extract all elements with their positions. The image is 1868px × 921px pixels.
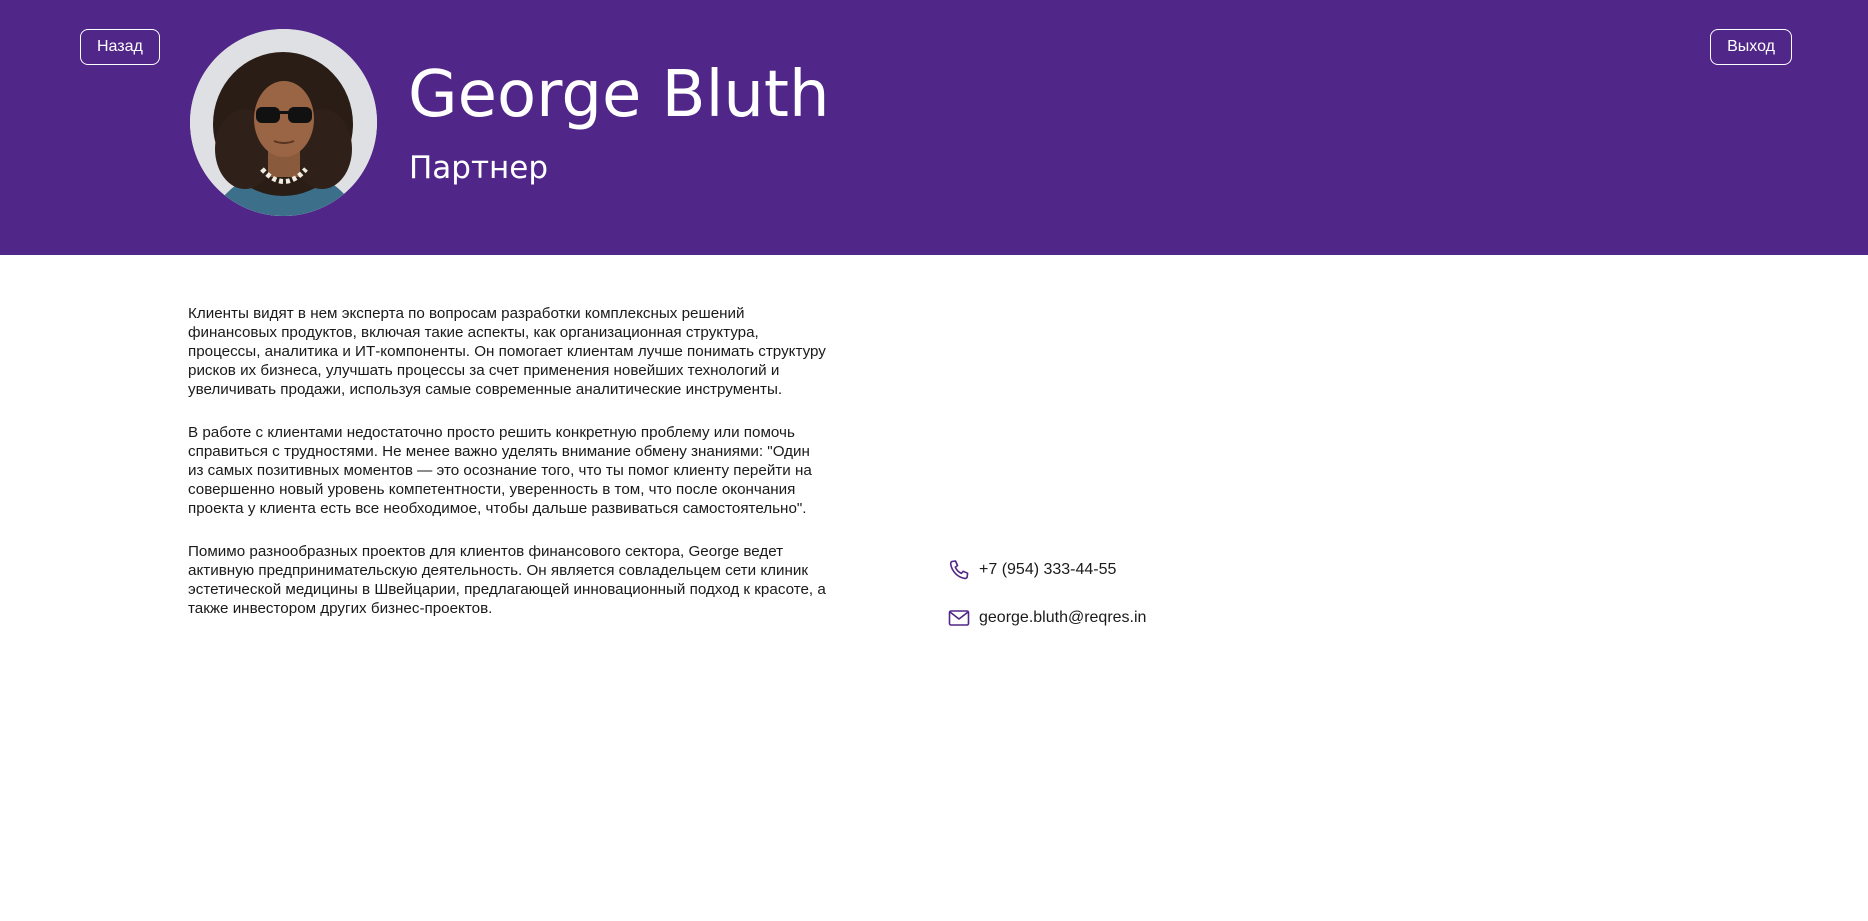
bio-paragraph: Клиенты видят в нем эксперта по вопросам…: [188, 305, 826, 398]
bio-paragraph: Помимо разнообразных проектов для клиент…: [188, 543, 826, 617]
back-button[interactable]: Назад: [80, 29, 160, 65]
profile-role: Партнер: [409, 150, 549, 186]
email-address[interactable]: george.bluth@reqres.in: [979, 609, 1146, 627]
phone-number[interactable]: +7 (954) 333-44-55: [979, 561, 1116, 579]
profile-content: Клиенты видят в нем эксперта по вопросам…: [0, 255, 1868, 921]
profile-name: George Bluth: [408, 58, 830, 132]
avatar: [190, 29, 377, 216]
logout-button[interactable]: Выход: [1710, 29, 1792, 65]
profile-bio: Клиенты видят в нем эксперта по вопросам…: [188, 304, 828, 642]
profile-header: Назад George Bluth Партнер Выход: [0, 0, 1868, 255]
contact-phone: +7 (954) 333-44-55: [947, 558, 1116, 582]
phone-icon: [947, 558, 971, 582]
bio-paragraph: В работе с клиентами недостаточно просто…: [188, 424, 812, 517]
avatar-image: [190, 29, 377, 216]
mail-icon: [947, 606, 971, 630]
contact-email: george.bluth@reqres.in: [947, 606, 1146, 630]
